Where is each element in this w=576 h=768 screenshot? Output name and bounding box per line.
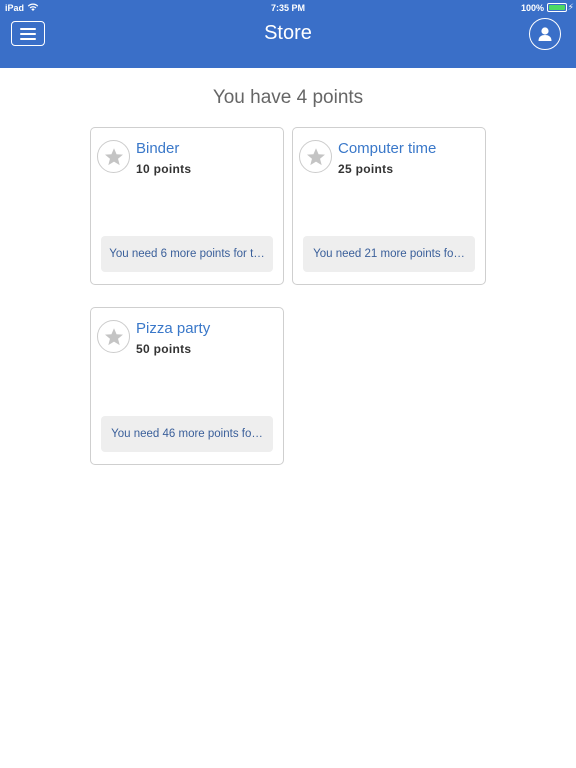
status-bar: iPad 7:35 PM 100% ⚡	[0, 0, 576, 16]
star-icon	[299, 140, 332, 173]
item-name[interactable]: Pizza party	[136, 320, 210, 337]
item-points: 50 points	[136, 342, 192, 356]
points-summary: You have 4 points	[212, 87, 364, 108]
item-name[interactable]: Computer time	[338, 140, 436, 157]
item-points: 10 points	[136, 162, 192, 176]
app-header: iPad 7:35 PM 100% ⚡ Store	[0, 0, 576, 68]
page-title: Store	[264, 22, 312, 44]
star-icon	[97, 140, 130, 173]
store-item-card[interactable]: Pizza party 50 points You need 46 more p…	[90, 307, 284, 465]
item-name[interactable]: Binder	[136, 140, 179, 157]
store-item-card[interactable]: Binder 10 points You need 6 more points …	[90, 127, 284, 285]
charging-icon: ⚡	[567, 2, 574, 12]
status-time: 7:35 PM	[270, 3, 305, 13]
item-points: 25 points	[338, 162, 394, 176]
star-icon	[97, 320, 130, 353]
user-profile-icon[interactable]	[529, 18, 561, 50]
item-need-points-button[interactable]: You need 21 more points fo…	[303, 236, 475, 272]
battery-icon	[547, 3, 567, 12]
store-item-card[interactable]: Computer time 25 points You need 21 more…	[292, 127, 486, 285]
battery-percentage: 100%	[520, 3, 544, 13]
item-need-points-button[interactable]: You need 6 more points for t…	[101, 236, 273, 272]
item-need-points-button[interactable]: You need 46 more points fo…	[101, 416, 273, 452]
